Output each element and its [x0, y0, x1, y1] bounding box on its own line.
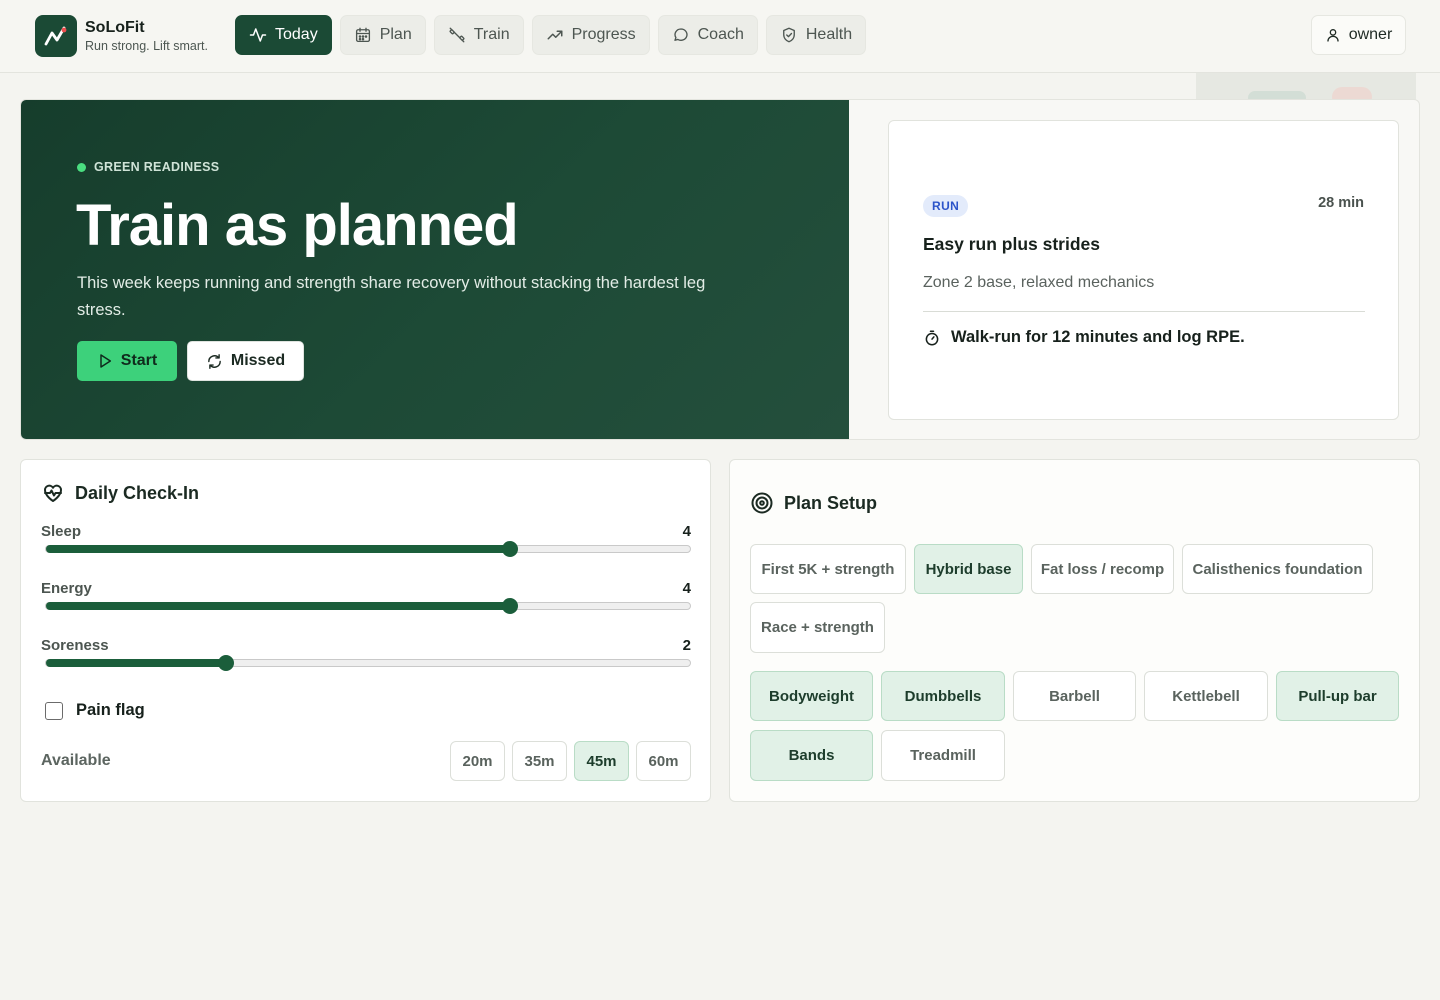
equipment-chip-dumbbells[interactable]: Dumbbells [881, 671, 1005, 721]
nav-train[interactable]: Train [433, 15, 524, 55]
readiness-status: GREEN READINESS [77, 160, 219, 174]
nav-health[interactable]: Health [765, 15, 867, 55]
readiness-dot-icon [77, 162, 86, 172]
available-time-options: 20m 35m 45m 60m [450, 741, 691, 781]
goal-chip-first-5k[interactable]: First 5K + strength [750, 544, 906, 594]
app-tagline: Run strong. Lift smart. [85, 39, 208, 53]
nav-today[interactable]: Today [235, 15, 332, 55]
checkin-title: Daily Check-In [75, 482, 200, 503]
chat-bubble-icon [673, 28, 688, 41]
soreness-label: Soreness [41, 637, 109, 654]
session-title: Easy run plus strides [923, 234, 1101, 254]
user-label: owner [1348, 26, 1393, 43]
readiness-label: GREEN READINESS [94, 160, 220, 174]
app-logo[interactable] [35, 15, 77, 57]
sleep-slider-thumb[interactable] [501, 541, 518, 557]
time-option-35m[interactable]: 35m [512, 741, 567, 781]
nav-plan-label: Plan [379, 26, 412, 43]
soreness-slider-thumb[interactable] [218, 655, 235, 671]
equipment-chip-kettlebell[interactable]: Kettlebell [1144, 671, 1268, 721]
equipment-chip-bands[interactable]: Bands [750, 730, 873, 781]
logo-icon [44, 26, 67, 46]
time-option-45m[interactable]: 45m [574, 741, 629, 781]
hero-description: This week keeps running and strength sha… [77, 274, 706, 319]
plan-setup-panel: Plan Setup First 5K + strength Hybrid ba… [729, 459, 1420, 802]
nav-coach-label: Coach [697, 26, 744, 43]
play-icon [100, 354, 111, 368]
session-note: Walk-run for 12 minutes and log RPE. [923, 328, 1245, 347]
time-option-20m[interactable]: 20m [450, 741, 505, 781]
decorative-illustration [1196, 73, 1416, 100]
equipment-chip-bodyweight[interactable]: Bodyweight [750, 671, 873, 721]
start-button[interactable]: Start [77, 341, 177, 381]
sleep-slider-fill [46, 545, 510, 553]
pain-flag-checkbox[interactable]: Pain flag [45, 701, 145, 720]
pain-flag-label: Pain flag [76, 701, 145, 719]
user-icon [1327, 29, 1339, 42]
soreness-slider[interactable] [45, 655, 691, 671]
sleep-value: 4 [682, 523, 691, 540]
nav-today-label: Today [275, 26, 318, 43]
nav-plan[interactable]: Plan [339, 15, 426, 55]
equipment-chip-treadmill[interactable]: Treadmill [881, 730, 1005, 781]
soreness-slider-fill [46, 659, 227, 667]
energy-label: Energy [41, 580, 92, 597]
soreness-value: 2 [682, 637, 691, 654]
shield-icon [782, 27, 795, 43]
nav-train-label: Train [473, 26, 510, 43]
heart-pulse-icon [43, 484, 63, 502]
nav-health-label: Health [805, 26, 853, 43]
start-label: Start [120, 352, 158, 369]
session-subtitle: Zone 2 base, relaxed mechanics [923, 274, 1155, 291]
session-duration: 28 min [1318, 195, 1364, 211]
goal-chip-hybrid-base[interactable]: Hybrid base [914, 544, 1023, 594]
equipment-chip-barbell[interactable]: Barbell [1013, 671, 1136, 721]
nav-progress[interactable]: Progress [531, 15, 650, 55]
daily-checkin-panel: Daily Check-In Sleep 4 Energy 4 Soreness… [20, 459, 711, 802]
energy-slider-fill [46, 602, 510, 610]
time-option-60m[interactable]: 60m [636, 741, 691, 781]
nav-progress-label: Progress [571, 26, 636, 43]
energy-value: 4 [682, 580, 691, 597]
dumbbell-icon [449, 27, 465, 43]
today-hero: GREEN READINESS Train as planned This we… [20, 99, 1420, 440]
session-type-badge: RUN [923, 195, 969, 217]
session-note-text: Walk-run for 12 minutes and log RPE. [951, 328, 1245, 346]
available-label: Available [41, 752, 111, 769]
nav-coach[interactable]: Coach [657, 15, 758, 55]
checkin-heading: Daily Check-In [41, 481, 199, 505]
trend-up-icon [547, 30, 563, 40]
goal-chip-calisthenics[interactable]: Calisthenics foundation [1182, 544, 1373, 594]
pain-flag-box[interactable] [45, 701, 63, 720]
plan-setup-heading: Plan Setup [750, 491, 877, 515]
main-nav: Today Plan Train Progress Coach Health [235, 15, 867, 55]
pulse-icon [249, 28, 267, 42]
target-icon [751, 492, 773, 514]
sleep-label: Sleep [41, 523, 82, 540]
refresh-icon [208, 353, 221, 369]
goal-chip-fat-loss[interactable]: Fat loss / recomp [1031, 544, 1174, 594]
energy-slider[interactable] [45, 598, 691, 614]
hero-title: Train as planned [76, 193, 519, 258]
energy-slider-thumb[interactable] [501, 598, 518, 614]
calendar-icon [355, 27, 370, 43]
goal-chip-race[interactable]: Race + strength [750, 602, 885, 653]
equipment-chip-pull-up-bar[interactable]: Pull-up bar [1276, 671, 1399, 721]
plan-setup-title: Plan Setup [784, 492, 878, 513]
sleep-slider[interactable] [45, 541, 691, 557]
hero-panel: GREEN READINESS Train as planned This we… [21, 100, 849, 439]
top-bar: SoLoFit Run strong. Lift smart. Today Pl… [0, 0, 1440, 73]
app-name: SoLoFit [85, 19, 145, 36]
missed-label: Missed [230, 352, 286, 369]
session-card[interactable]: RUN 28 min Easy run plus strides Zone 2 … [888, 120, 1399, 420]
user-menu-button[interactable]: owner [1311, 15, 1406, 55]
missed-button[interactable]: Missed [187, 341, 304, 381]
session-divider [923, 311, 1365, 312]
stopwatch-icon [925, 330, 939, 345]
